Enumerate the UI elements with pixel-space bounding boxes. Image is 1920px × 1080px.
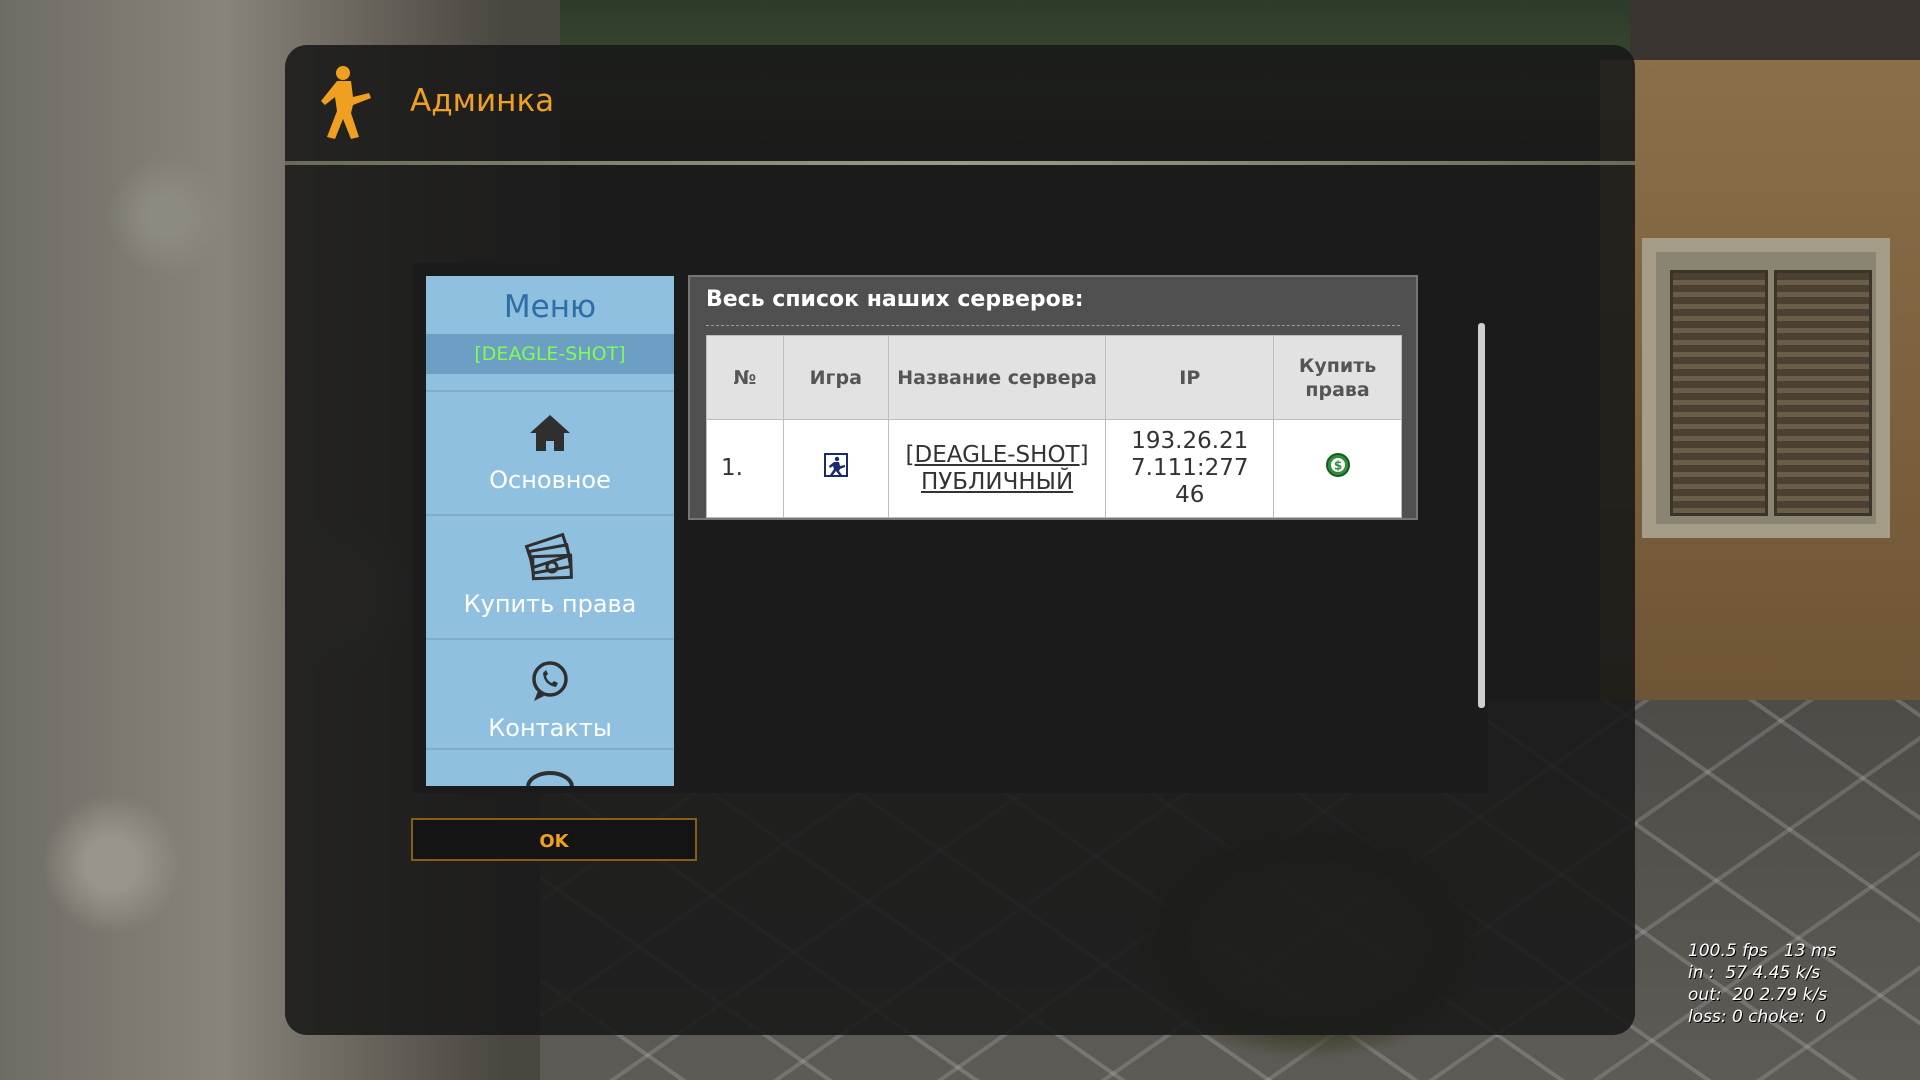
title-divider [285,161,1635,165]
menu-item-chat[interactable] [426,750,674,786]
netgraph-line-in: in : 57 4.45 k/s [1688,963,1821,983]
netgraph-line-out: out: 20 2.79 k/s [1688,985,1828,1005]
admin-window: Админка Меню [DEAGLE-SHOT] Основное Купи… [285,45,1635,1035]
column-header-ip: IP [1105,335,1275,420]
servers-divider [706,325,1400,326]
counter-strike-icon [823,453,848,477]
row-ip: 193.26.217.111:27746 [1105,419,1275,518]
svg-text:$: $ [1333,459,1341,473]
menu-item-label: Купить права [463,590,637,618]
server-name-link[interactable]: [DEAGLE-SHOT] ПУБЛИЧНЫЙ [906,442,1089,495]
home-icon [530,415,570,451]
column-header-server-name: Название сервера [887,335,1107,420]
title-bar: Админка [285,45,1635,165]
row-game [782,419,889,518]
menu-server-tag: [DEAGLE-SHOT] [426,334,674,374]
column-header-game: Игра [782,335,889,420]
whatsapp-icon [532,661,568,701]
menu-item-label: Контакты [488,714,612,742]
menu-title: Меню [503,289,597,325]
row-server-name: [DEAGLE-SHOT] ПУБЛИЧНЫЙ [887,419,1107,518]
green-dollar-icon[interactable]: $ [1325,452,1351,478]
menu-item-contacts[interactable]: Контакты [426,640,674,750]
servers-table: № Игра Название сервера IP Купить права … [706,335,1402,518]
content-panel: Меню [DEAGLE-SHOT] Основное Купить права… [413,263,1488,793]
shutter-right [1774,270,1872,516]
window-title: Админка [410,83,555,119]
net-graph: 100.5 fps 13 ms in : 57 4.45 k/s out: 20 2… [1688,940,1836,1028]
servers-heading: Весь список наших серверов: [706,287,1084,312]
column-header-buy-rights: Купить права [1273,335,1402,420]
counter-strike-logo-icon [321,66,371,139]
menu-item-main[interactable]: Основное [426,392,674,516]
servers-box: Весь список наших серверов: № Игра Назва… [688,275,1418,520]
table-header-row: № Игра Название сервера IP Купить права [706,335,1402,420]
shuttered-window [1642,238,1890,538]
side-menu: Меню [DEAGLE-SHOT] Основное Купить права… [426,276,674,786]
menu-item-label: Основное [489,466,611,494]
table-row: 1. [DEAGLE-SHOT] ПУБЛИЧНЫЙ 193.26.217.11… [706,419,1402,518]
menu-divider [426,374,674,392]
column-header-num: № [706,335,784,420]
content-scrollbar[interactable] [1478,323,1485,708]
row-number: 1. [706,419,784,518]
row-buy-rights: $ [1273,419,1402,518]
chat-bubble-icon [526,771,574,786]
netgraph-line-loss: loss: 0 choke: 0 [1688,1007,1827,1027]
ok-button[interactable]: OK [411,818,697,861]
netgraph-line-fps: 100.5 fps 13 ms [1688,941,1837,961]
menu-item-buy-rights[interactable]: Купить права [426,516,674,640]
shutter-left [1670,270,1768,516]
money-stack-icon [524,532,573,581]
